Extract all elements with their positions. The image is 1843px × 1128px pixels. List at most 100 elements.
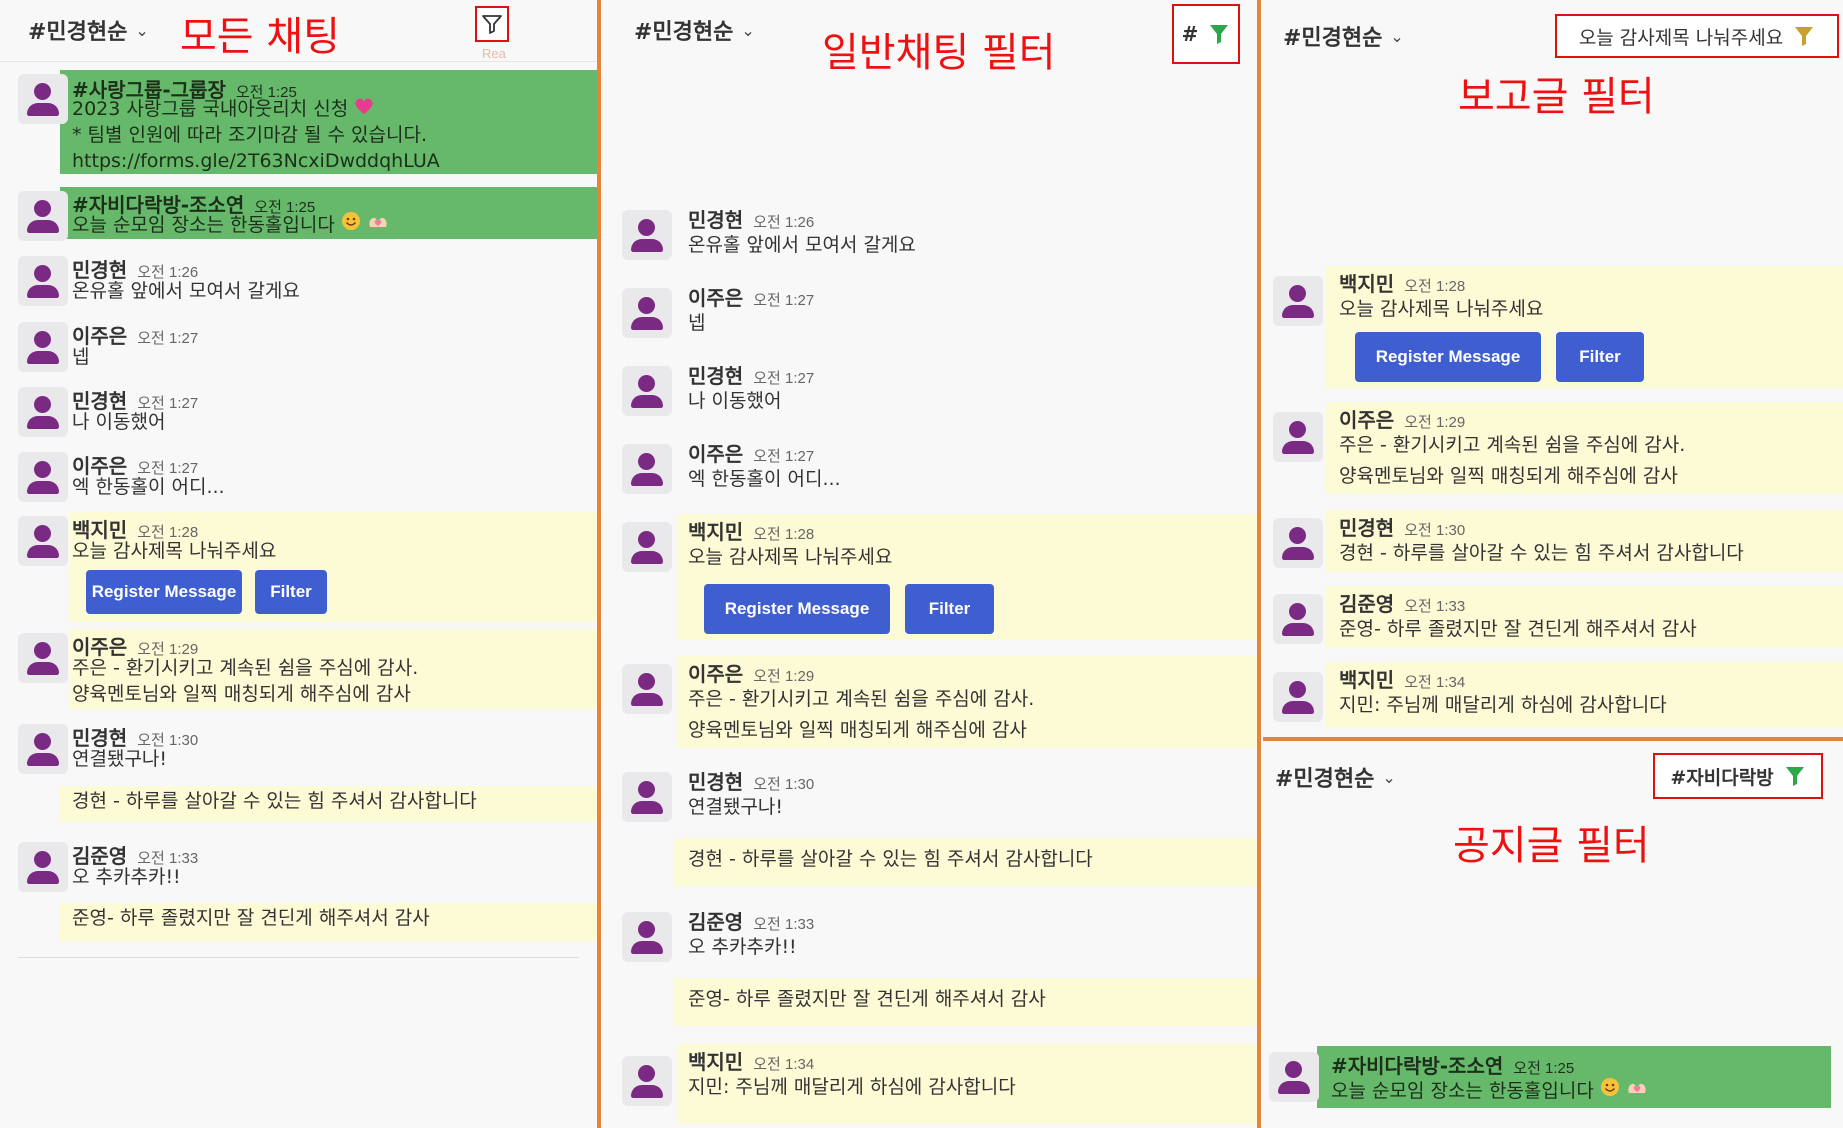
user-avatar-icon[interactable] [622, 288, 672, 338]
user-avatar-icon[interactable] [18, 842, 68, 892]
channel-dropdown[interactable]: #민경현순 ⌄ [1275, 761, 1396, 793]
message-text: 오늘 순모임 장소는 한동홀입니다 [1331, 1076, 1648, 1107]
message-item-report[interactable]: 이주은 오전 1:29 주은 - 환기시키고 계속된 쉼을 주심에 감사. 양육멘… [602, 656, 1257, 748]
message-text: 주은 - 환기시키고 계속된 쉼을 주심에 감사. [688, 688, 1035, 710]
partial-text: Rea [482, 46, 506, 61]
user-avatar-icon[interactable] [622, 522, 672, 572]
message-notice-group[interactable]: #사랑그룹-그룹장 오전 1:25 2023 사랑그룹 국내아웃리치 신청 * 팀… [60, 70, 597, 174]
message-item[interactable]: 민경현 오전 1:27 나 이동했어 [0, 383, 597, 441]
user-avatar-icon[interactable] [1273, 412, 1323, 462]
message-author: 민경현 [688, 208, 744, 232]
message-item-report[interactable]: 백지민 오전 1:28 오늘 감사제목 나눠주세요 Register Messag… [1263, 266, 1843, 388]
filter-button[interactable]: Filter [1556, 332, 1644, 382]
message-text: 오늘 감사제목 나눠주세요 [72, 540, 277, 562]
message-text: 넵 [688, 312, 706, 334]
user-avatar-icon[interactable] [622, 366, 672, 416]
message-text: 주은 - 환기시키고 계속된 쉼을 주심에 감사. [1339, 434, 1686, 456]
user-avatar-icon[interactable] [18, 322, 68, 372]
message-item[interactable]: 김준영 오전 1:33 오 추카추카!! [602, 904, 1257, 966]
register-message-button[interactable]: Register Message [704, 584, 890, 634]
message-item-report[interactable]: 민경현 오전 1:30 경현 - 하루를 살아갈 수 있는 힘 주셔서 감사합니다 [1263, 510, 1843, 572]
channel-dropdown[interactable]: #민경현순 ⌄ [634, 14, 755, 46]
filter-button[interactable]: Filter [905, 584, 994, 634]
message-item-report[interactable]: 준영- 하루 졸렸지만 잘 견딘게 해주셔서 감사 [674, 978, 1257, 1026]
annotation-normal-filter: 일반채팅 필터 [822, 30, 1056, 76]
channel-dropdown[interactable]: #민경현순 ⌄ [1283, 20, 1404, 52]
message-notice-jabi[interactable]: #자비다락방-조소연 오전 1:25 오늘 순모임 장소는 한동홀입니다 [60, 187, 597, 239]
filter-label: 오늘 감사제목 나눠주세요 [1578, 26, 1784, 49]
user-avatar-icon[interactable] [622, 210, 672, 260]
report-filter-panel: #민경현순 ⌄ 오늘 감사제목 나눠주세요 보고글 필터 백지민 오전 1:28 … [1263, 0, 1843, 737]
message-text: 양육멘토님와 일찍 매칭되게 해주심에 감사 [688, 719, 1027, 741]
message-author: 이주은 [688, 442, 744, 466]
message-text: 엑 한동홀이 어디... [72, 476, 225, 498]
message-text: 지민: 주님께 매달리게 하심에 감사합니다 [1339, 694, 1667, 716]
message-text: 경현 - 하루를 살아갈 수 있는 힘 주셔서 감사합니다 [1339, 542, 1744, 564]
user-avatar-icon[interactable] [1273, 276, 1323, 326]
message-text: 양육멘토님와 일찍 매칭되게 해주심에 감사 [1339, 465, 1678, 487]
filter-toggle-button[interactable]: #자비다락방 [1653, 753, 1823, 799]
message-notice-jabi[interactable]: #자비다락방-조소연 오전 1:25 오늘 순모임 장소는 한동홀입니다 [1317, 1046, 1831, 1108]
user-avatar-icon[interactable] [622, 444, 672, 494]
user-avatar-icon[interactable] [18, 724, 68, 774]
message-item-report[interactable]: 경현 - 하루를 살아갈 수 있는 힘 주셔서 감사합니다 [674, 838, 1257, 886]
user-avatar-icon[interactable] [18, 256, 68, 306]
register-message-button[interactable]: Register Message [1355, 332, 1541, 382]
filter-toggle-button[interactable] [475, 6, 509, 42]
message-item[interactable]: 이주은 오전 1:27 엑 한동홀이 어디... [602, 436, 1257, 498]
message-item-report[interactable]: 준영- 하루 졸렸지만 잘 견딘게 해주셔서 감사 [60, 903, 597, 941]
message-item-report[interactable]: 이주은 오전 1:29 주은 - 환기시키고 계속된 쉼을 주심에 감사. 양육멘… [1263, 402, 1843, 494]
message-time: 오전 1:27 [753, 370, 815, 387]
channel-dropdown[interactable]: #민경현순 ⌄ [28, 14, 149, 46]
user-avatar-icon[interactable] [622, 1056, 672, 1106]
message-item[interactable]: 이주은 오전 1:27 엑 한동홀이 어디... [0, 448, 597, 506]
filter-label: #자비다락방 [1670, 766, 1774, 789]
message-item-report[interactable]: 백지민 오전 1:34 지민: 주님께 매달리게 하심에 감사합니다 [1263, 662, 1843, 728]
register-message-button[interactable]: Register Message [86, 570, 242, 614]
message-text: 연결됐구나! [72, 748, 168, 770]
message-item[interactable]: 민경현 오전 1:27 나 이동했어 [602, 358, 1257, 420]
user-avatar-icon[interactable] [622, 772, 672, 822]
user-avatar-icon[interactable] [1273, 518, 1323, 568]
message-time: 오전 1:34 [753, 1056, 815, 1073]
message-item[interactable]: 민경현 오전 1:26 온유홀 앞에서 모여서 갈게요 [0, 252, 597, 310]
user-avatar-icon[interactable] [1273, 594, 1323, 644]
user-avatar-icon[interactable] [1269, 1052, 1319, 1102]
message-author: 김준영 [1339, 592, 1395, 616]
filter-toggle-button[interactable]: # [1172, 4, 1240, 64]
user-avatar-icon[interactable] [18, 387, 68, 437]
user-avatar-icon[interactable] [622, 664, 672, 714]
user-avatar-icon[interactable] [18, 191, 68, 241]
message-item[interactable]: 이주은 오전 1:27 넵 [0, 318, 597, 376]
message-author: 백지민 [688, 520, 744, 544]
message-time: 오전 1:33 [753, 916, 815, 933]
message-item-report[interactable]: 백지민 오전 1:28 오늘 감사제목 나눠주세요 Register Messag… [602, 514, 1257, 640]
user-avatar-icon[interactable] [18, 74, 68, 124]
message-time: 오전 1:30 [1404, 522, 1466, 539]
message-item-report[interactable]: 이주은 오전 1:29 주은 - 환기시키고 계속된 쉼을 주심에 감사. 양육멘… [0, 629, 597, 709]
message-item-report[interactable]: 김준영 오전 1:33 준영- 하루 졸렸지만 잘 견딘게 해주셔서 감사 [1263, 586, 1843, 648]
funnel-gold-icon [1795, 27, 1814, 46]
message-item-report[interactable]: 백지민 오전 1:28 오늘 감사제목 나눠주세요 Register Messag… [0, 512, 597, 622]
message-item-report[interactable]: 경현 - 하루를 살아갈 수 있는 힘 주셔서 감사합니다 [60, 786, 597, 822]
filter-button[interactable]: Filter [255, 570, 327, 614]
message-item[interactable]: 민경현 오전 1:30 연결됐구나! [0, 720, 597, 778]
message-text: 온유홀 앞에서 모여서 갈게요 [72, 280, 300, 302]
user-avatar-icon[interactable] [622, 912, 672, 962]
message-time: 오전 1:33 [1404, 598, 1466, 615]
message-text: 엑 한동홀이 어디... [688, 468, 841, 490]
user-avatar-icon[interactable] [18, 452, 68, 502]
message-link[interactable]: https://forms.gle/2T63NcxiDwddqhLUA [72, 146, 440, 177]
funnel-outline-icon [482, 15, 502, 34]
user-avatar-icon[interactable] [18, 516, 68, 566]
message-item[interactable]: 민경현 오전 1:26 온유홀 앞에서 모여서 갈게요 [602, 202, 1257, 264]
filter-toggle-button[interactable]: 오늘 감사제목 나눠주세요 [1555, 14, 1839, 58]
user-avatar-icon[interactable] [1273, 672, 1323, 722]
message-item[interactable]: 김준영 오전 1:33 오 추카추카!! [0, 838, 597, 896]
message-item[interactable]: 이주은 오전 1:27 넵 [602, 280, 1257, 342]
message-author: 이주은 [688, 662, 744, 686]
message-author: 김준영 [688, 910, 744, 934]
message-item[interactable]: 민경현 오전 1:30 연결됐구나! [602, 764, 1257, 826]
user-avatar-icon[interactable] [18, 633, 68, 683]
message-item-report[interactable]: 백지민 오전 1:34 지민: 주님께 매달리게 하심에 감사합니다 [602, 1044, 1257, 1124]
